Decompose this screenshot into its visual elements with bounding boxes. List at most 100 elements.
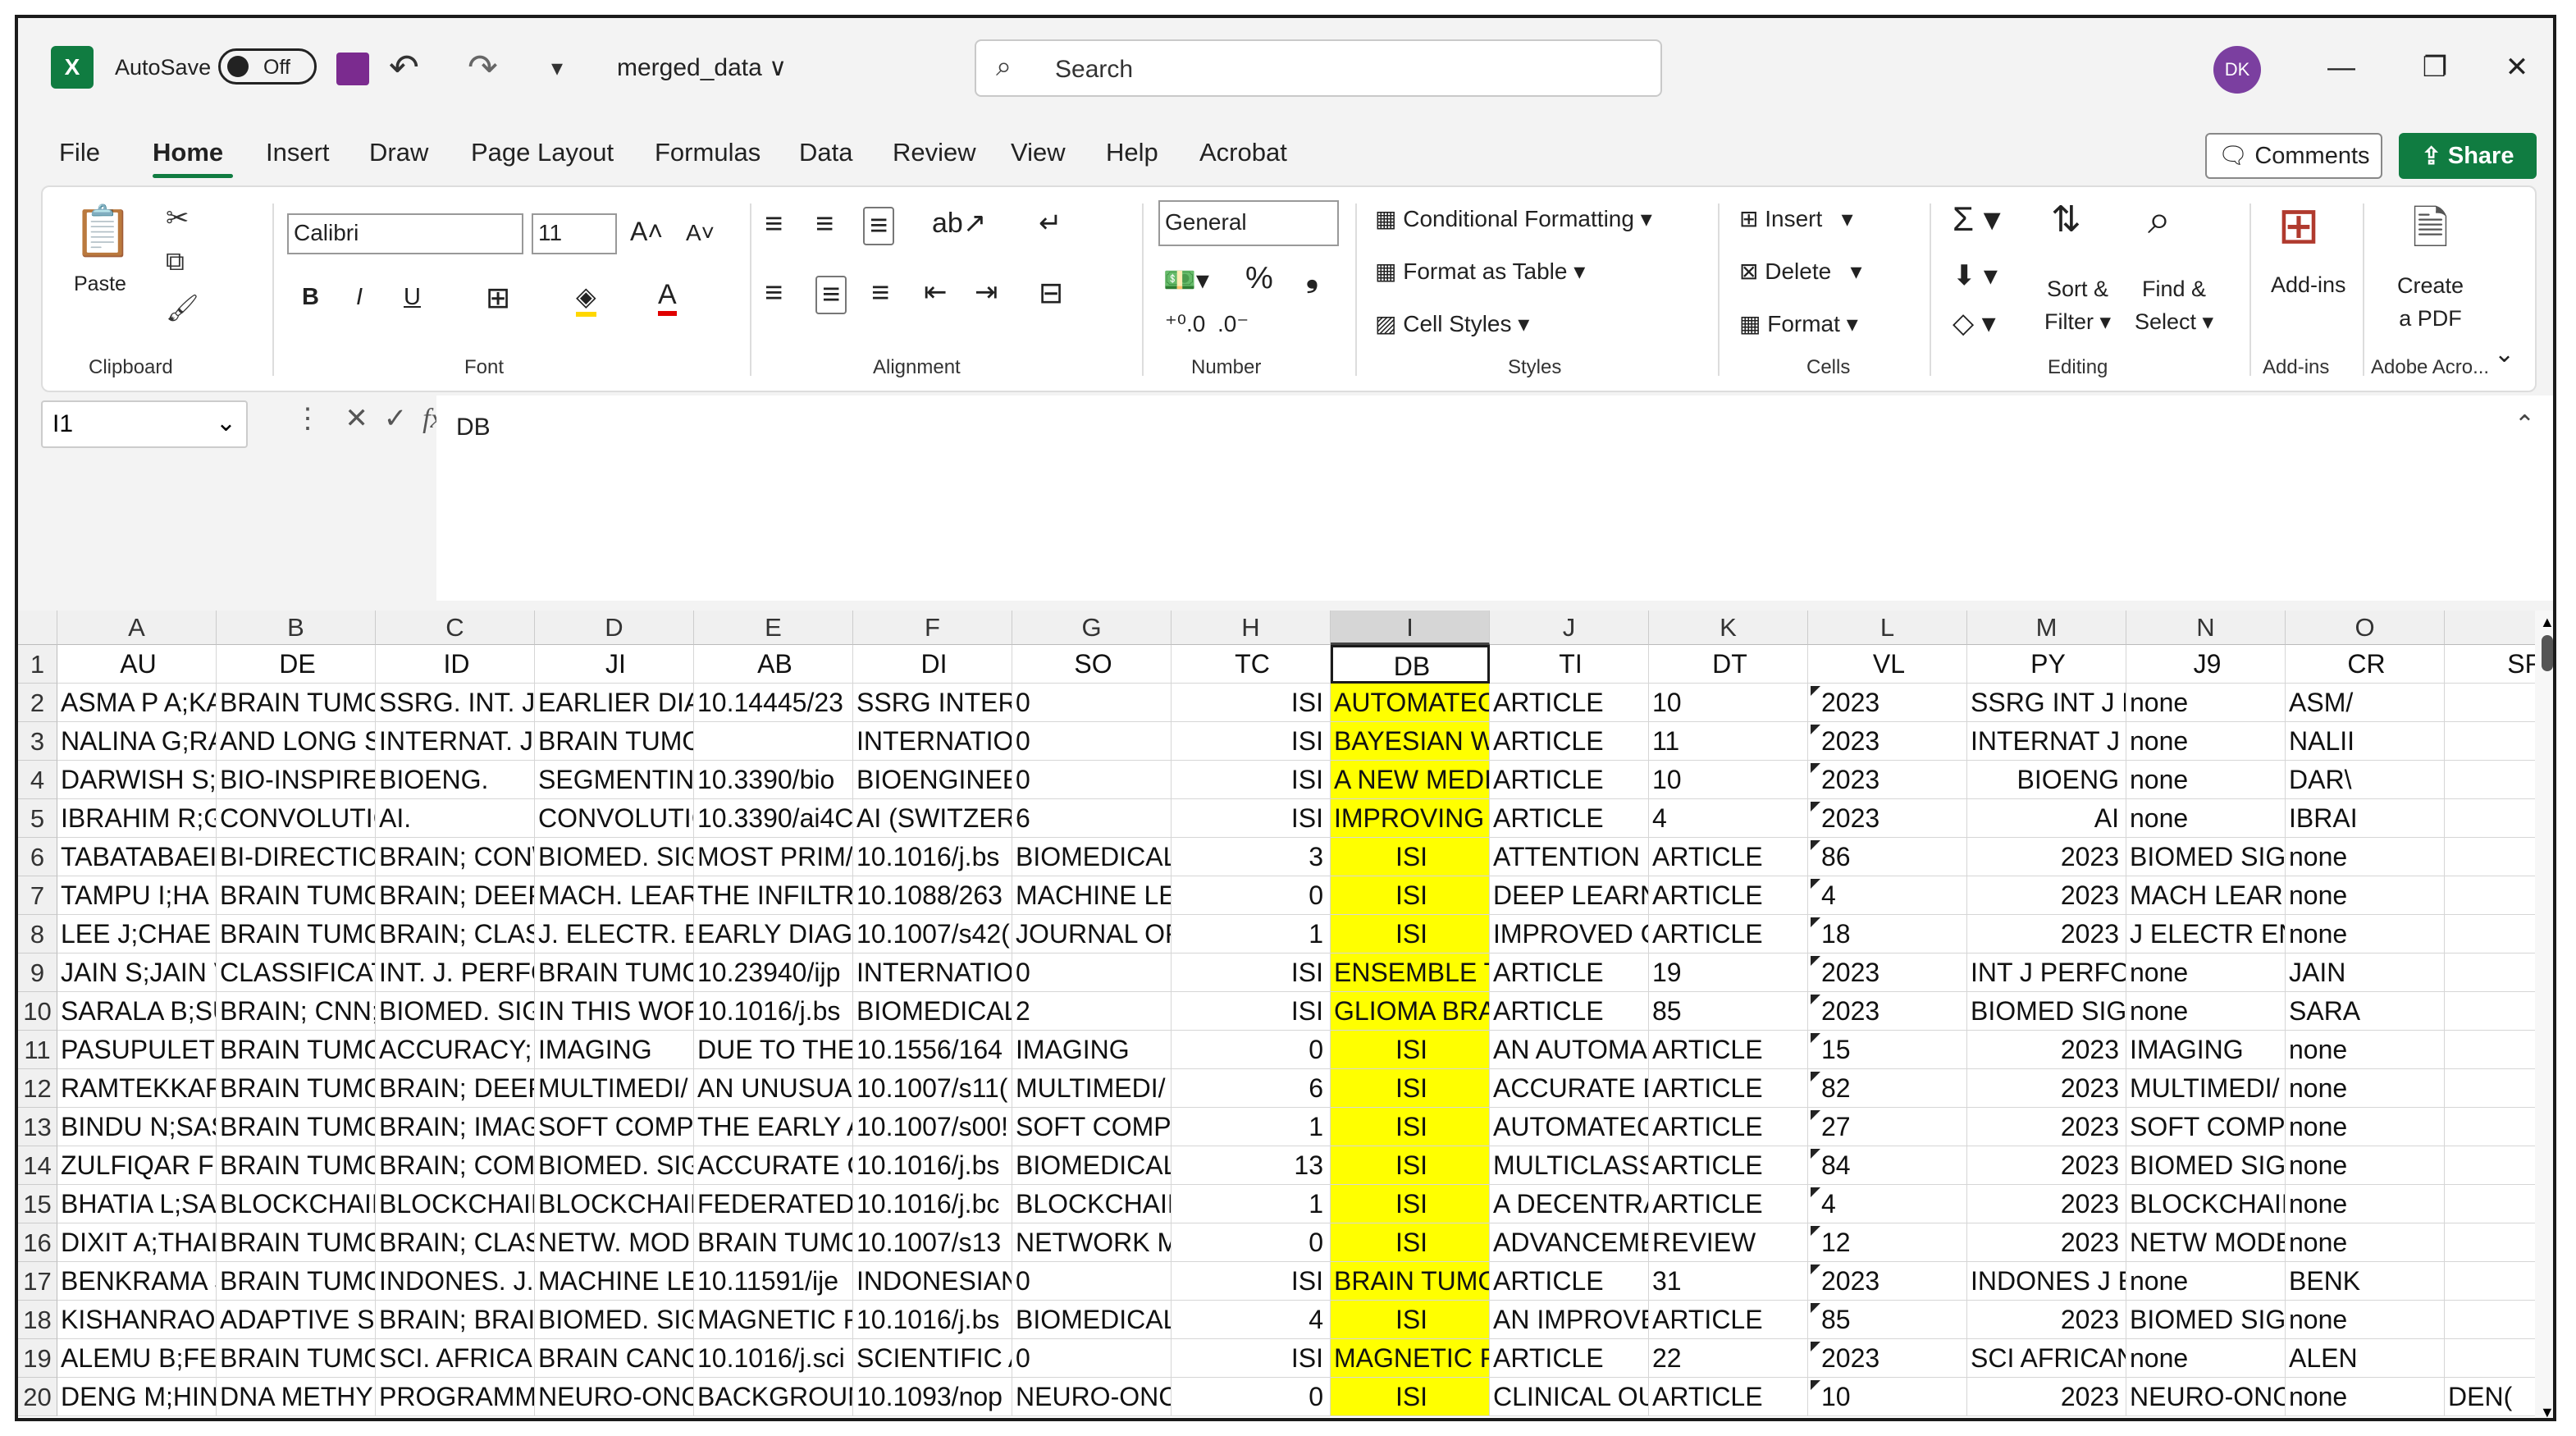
ribbon-collapse-icon[interactable]: ⌄ <box>2494 340 2514 368</box>
tab-data[interactable]: Data <box>799 138 852 167</box>
table-cell[interactable]: 10.1093/nop <box>853 1378 1012 1416</box>
row-header[interactable]: 19 <box>18 1339 57 1378</box>
row-header[interactable]: 2 <box>18 684 57 722</box>
minimize-icon[interactable]: — <box>2300 18 2382 117</box>
table-cell[interactable]: ZULFIQAR F;I <box>57 1146 217 1185</box>
table-cell[interactable]: INTERNAT. J. <box>376 722 535 761</box>
create-pdf-button[interactable]: Create a PDF <box>2397 269 2464 335</box>
insert-cells-button[interactable]: ⊞ Insert ▾ <box>1739 205 1853 232</box>
table-cell[interactable]: 86 <box>1808 838 1967 876</box>
row-header[interactable]: 12 <box>18 1069 57 1108</box>
add-ins-icon[interactable]: ⊞ <box>2277 195 2320 255</box>
table-cell[interactable]: IMPROVED C <box>1490 915 1649 954</box>
format-as-table-button[interactable]: ▦ Format as Table ▾ <box>1375 258 1585 285</box>
table-cell[interactable]: PY <box>1967 645 2126 684</box>
italic-icon[interactable]: I <box>356 284 363 311</box>
table-cell[interactable]: BIO-INSPIRED CLUSTERINC <box>217 761 376 799</box>
table-cell[interactable]: BLOCKCHAIN <box>217 1185 376 1223</box>
scroll-up-icon[interactable]: ▲ <box>2540 614 2553 631</box>
table-cell[interactable]: MACH. LEAR <box>535 876 694 915</box>
table-cell[interactable]: ISI <box>1331 1185 1490 1223</box>
row-header[interactable]: 11 <box>18 1031 57 1069</box>
row-header[interactable]: 20 <box>18 1378 57 1416</box>
table-cell[interactable]: 0 <box>1012 1339 1172 1378</box>
table-cell[interactable]: ARTICLE <box>1490 799 1649 838</box>
table-cell[interactable]: 4 <box>1808 1185 1967 1223</box>
table-cell[interactable]: ISI <box>1172 1262 1331 1301</box>
table-cell[interactable]: 22 <box>1649 1339 1808 1378</box>
table-cell[interactable]: ISI <box>1331 1146 1490 1185</box>
table-cell[interactable]: 10 <box>1649 761 1808 799</box>
table-cell[interactable]: ATTENTION 1 <box>1490 838 1649 876</box>
table-cell[interactable]: BIOMED SIGI <box>1967 992 2126 1031</box>
table-cell[interactable]: 12 <box>1808 1223 1967 1262</box>
table-cell[interactable]: 0 <box>1172 1378 1331 1416</box>
fill-color-icon[interactable]: ◈ <box>576 281 596 317</box>
table-cell[interactable]: SOFT COMPL <box>535 1108 694 1146</box>
table-cell[interactable]: 10.1007/s11( <box>853 1069 1012 1108</box>
table-cell[interactable]: 10.11591/ije <box>694 1262 853 1301</box>
table-cell[interactable]: INT J PERFOR <box>1967 954 2126 992</box>
table-cell[interactable]: 2023 <box>1808 761 1967 799</box>
table-cell[interactable]: SARA <box>2286 992 2445 1031</box>
table-cell[interactable]: DUE TO THE <box>694 1031 853 1069</box>
table-cell[interactable] <box>694 722 853 761</box>
table-cell[interactable]: J. ELECTR. EN <box>535 915 694 954</box>
table-cell[interactable]: ARTICLE <box>1490 1339 1649 1378</box>
table-cell[interactable]: BLOCKCHAIN <box>1012 1185 1172 1223</box>
table-cell[interactable]: RAMTEKKAR <box>57 1069 217 1108</box>
table-cell[interactable]: BIOENGINEE <box>853 761 1012 799</box>
paste-label[interactable]: Paste <box>74 272 126 296</box>
table-cell[interactable]: SO <box>1012 645 1172 684</box>
clear-icon[interactable]: ◇ ▾ <box>1953 307 1996 340</box>
table-cell[interactable]: 1 <box>1172 915 1331 954</box>
table-cell[interactable]: 10.1016/j.bs <box>853 1146 1012 1185</box>
table-cell[interactable]: BRAIN TUMORS; CONVOLI <box>217 1262 376 1301</box>
table-cell[interactable]: ISI <box>1331 838 1490 876</box>
name-box[interactable]: I1 ⌄ <box>41 400 248 448</box>
percent-style-icon[interactable]: % <box>1245 261 1273 296</box>
row-header[interactable]: 15 <box>18 1185 57 1223</box>
table-cell[interactable]: 0 <box>1012 954 1172 992</box>
table-cell[interactable]: none <box>2126 954 2286 992</box>
row-header[interactable]: 6 <box>18 838 57 876</box>
table-cell[interactable]: ISI <box>1172 761 1331 799</box>
table-cell[interactable]: DT <box>1649 645 1808 684</box>
table-cell[interactable]: AND LONG SHORT-TERM M <box>217 722 376 761</box>
decrease-font-icon[interactable]: A˅ <box>686 220 715 246</box>
table-cell[interactable]: ARTICLE <box>1649 1031 1808 1069</box>
table-cell[interactable]: ISI <box>1172 722 1331 761</box>
increase-font-icon[interactable]: A˄ <box>630 217 663 247</box>
table-cell[interactable]: ARTICLE <box>1649 1301 1808 1339</box>
table-cell[interactable]: 4 <box>1808 876 1967 915</box>
table-cell[interactable]: BRAIN TUMC <box>217 1108 376 1146</box>
decrease-decimal-icon[interactable]: .0⁻ <box>1217 310 1249 337</box>
row-header[interactable]: 8 <box>18 915 57 954</box>
cell-styles-button[interactable]: ▨ Cell Styles ▾ <box>1375 310 1529 337</box>
table-cell[interactable]: ARTICLE <box>1649 838 1808 876</box>
table-cell[interactable]: ISI <box>1331 915 1490 954</box>
table-cell[interactable]: BIOMEDICAL <box>1012 1146 1172 1185</box>
copy-icon[interactable]: ⧉ <box>166 246 185 277</box>
table-cell[interactable]: 0 <box>1172 1031 1331 1069</box>
table-cell[interactable]: ARTICLE <box>1649 1146 1808 1185</box>
search-input[interactable]: ⌕ Search <box>975 39 1662 97</box>
collapse-formula-icon[interactable]: ⌃ <box>2514 410 2535 439</box>
table-cell[interactable]: BRAIN TUMC <box>217 1146 376 1185</box>
table-cell[interactable]: TC <box>1172 645 1331 684</box>
table-cell[interactable]: BRAIN; DEEP <box>376 1069 535 1108</box>
table-cell[interactable]: BAYESIAN W <box>1331 722 1490 761</box>
table-cell[interactable]: 6 <box>1172 1069 1331 1108</box>
table-cell[interactable]: IBRAI <box>2286 799 2445 838</box>
column-header[interactable]: B <box>217 611 376 645</box>
table-cell[interactable]: BRAIN TUMOR; CLASSIFIC/ <box>217 1339 376 1378</box>
bold-icon[interactable]: B <box>302 284 319 311</box>
font-size-select[interactable]: 11 <box>532 213 617 254</box>
wrap-text-icon[interactable]: ↵ <box>1039 207 1062 240</box>
table-cell[interactable]: ADAPTIVE SL <box>217 1301 376 1339</box>
table-cell[interactable]: 2023 <box>1967 838 2126 876</box>
add-ins-button[interactable]: Add-ins <box>2271 272 2346 298</box>
table-cell[interactable]: 2023 <box>1967 1185 2126 1223</box>
select-all-corner[interactable] <box>18 611 57 645</box>
table-cell[interactable]: J ELECTR ENG <box>2126 915 2286 954</box>
